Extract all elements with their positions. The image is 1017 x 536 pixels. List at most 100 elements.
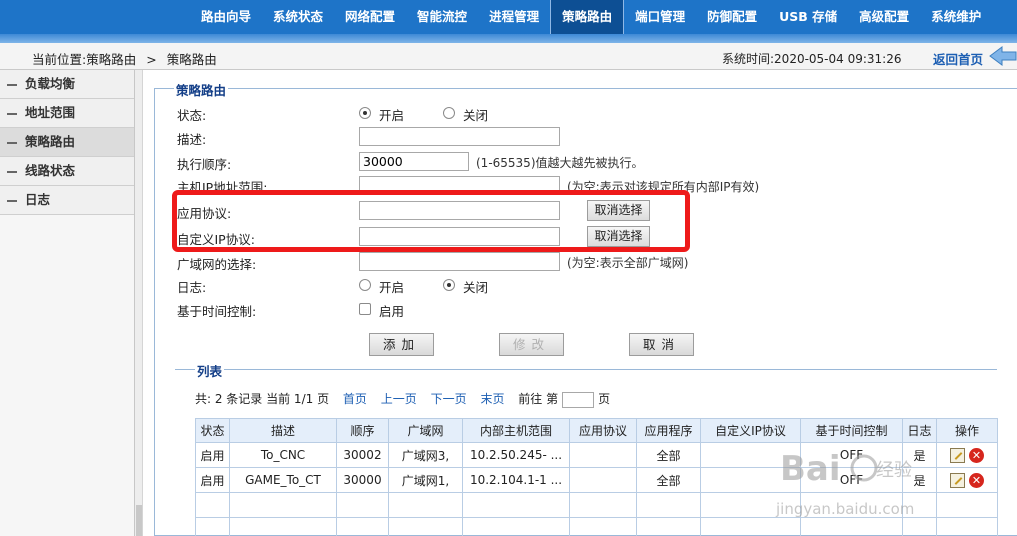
log-label: 日志: (177, 280, 207, 295)
rules-table: 状态 描述 顺序 广域网 内部主机范围 应用协议 应用程序 自定义IP协议 基于时间控制 日志 操作… (195, 418, 998, 536)
table-cell (936, 517, 998, 536)
table-cell: GAME_To_CT (229, 467, 337, 493)
goto-prefix: 前往 第 (518, 392, 559, 406)
sidebar-item-2[interactable]: 策略路由 (0, 128, 134, 157)
table-cell (569, 442, 637, 468)
time-control-enable-label: 启用 (379, 304, 405, 319)
order-hint: (1-65535)值越大越先被执行。 (476, 156, 644, 170)
table-cell (195, 517, 230, 536)
column-header: 应用程序 (636, 418, 701, 443)
modify-button[interactable]: 修改 (499, 333, 564, 356)
edit-icon[interactable] (950, 472, 965, 488)
table-cell (700, 492, 801, 518)
back-home-link[interactable]: 返回首页 (933, 49, 983, 68)
column-header: 操作 (936, 418, 998, 443)
first-page-link[interactable]: 首页 (343, 392, 367, 406)
nav-item-5[interactable]: 策略路由 (550, 0, 625, 34)
last-page-link[interactable]: 末页 (480, 392, 504, 406)
order-label: 执行顺序: (177, 157, 232, 172)
table-cell: To_CNC (229, 442, 337, 468)
table-cell (388, 517, 463, 536)
prev-page-link[interactable]: 上一页 (381, 392, 417, 406)
column-header: 顺序 (336, 418, 389, 443)
list-divider (175, 369, 997, 370)
system-time: 系统时间:2020-05-04 09:31:26 (722, 52, 902, 66)
sidebar-item-label: 日志 (25, 192, 51, 207)
sidebar: 负载均衡 地址范围 策略路由 线路状态日志 (0, 70, 135, 536)
nav-item-3[interactable]: 智能流控 (406, 0, 478, 34)
header-stripe (0, 34, 1017, 43)
status-on-radio[interactable] (359, 107, 371, 119)
status-label: 状态: (177, 108, 207, 123)
table-cell (936, 492, 998, 518)
goto-page-input[interactable] (562, 391, 595, 408)
wan-input[interactable] (359, 252, 560, 271)
order-input[interactable] (359, 152, 469, 171)
record-summary: 共: 2 条记录 当前 1/1 页 (195, 392, 330, 406)
add-button[interactable]: 添加 (369, 333, 434, 356)
back-arrow-icon[interactable] (988, 46, 1017, 66)
time-control-checkbox[interactable] (359, 303, 371, 315)
delete-icon[interactable]: ✕ (969, 447, 984, 463)
nav-item-0[interactable]: 路由向导 (190, 0, 262, 34)
column-header: 基于时间控制 (800, 418, 903, 443)
table-cell (700, 442, 801, 468)
log-off-radio[interactable] (443, 279, 455, 291)
nav-item-9[interactable]: 高级配置 (848, 0, 920, 34)
table-cell: 是 (902, 467, 937, 493)
nav-item-6[interactable]: 端口管理 (624, 0, 696, 34)
table-cell (800, 517, 903, 536)
table-cell (336, 517, 389, 536)
dash-icon (7, 141, 17, 144)
next-page-link[interactable]: 下一页 (431, 392, 467, 406)
table-cell (700, 517, 801, 536)
dash-icon (7, 199, 17, 202)
table-cell (229, 492, 337, 518)
status-off-label: 关闭 (463, 108, 489, 123)
sidebar-item-1[interactable]: 地址范围 (0, 99, 134, 128)
table-cell: 全部 (636, 467, 701, 493)
cancel-button[interactable]: 取消 (629, 333, 694, 356)
column-header: 日志 (902, 418, 937, 443)
table-cell: 广域网3, (388, 442, 463, 468)
sidebar-scrollbar[interactable] (135, 70, 143, 536)
nav-item-10[interactable]: 系统维护 (920, 0, 992, 34)
delete-icon[interactable]: ✕ (969, 472, 984, 488)
log-on-radio[interactable] (359, 279, 371, 291)
table-row: 启用 To_CNC 30002 广域网3, 10.2.50.245- ... 全部 OFF 是… (195, 442, 998, 468)
sidebar-item-4[interactable]: 日志 (0, 186, 134, 215)
table-cell (636, 517, 701, 536)
status-off-radio[interactable] (443, 107, 455, 119)
table-cell: 30002 (336, 442, 389, 468)
description-label: 描述: (177, 132, 207, 147)
nav-item-1[interactable]: 系统状态 (262, 0, 334, 34)
table-header-row: 状态 描述 顺序 广域网 内部主机范围 应用协议 应用程序 自定义IP协议 基于时间控制 日志 操作 (195, 418, 998, 443)
table-cell (195, 492, 230, 518)
sidebar-scroll-thumb[interactable] (136, 505, 142, 536)
column-header: 广域网 (388, 418, 463, 443)
table-cell: 10.2.50.245- ... (462, 442, 570, 468)
nav-item-2[interactable]: 网络配置 (334, 0, 406, 34)
nav-item-8[interactable]: USB 存储 (768, 0, 848, 34)
description-input[interactable] (359, 127, 560, 146)
column-header: 自定义IP协议 (700, 418, 801, 443)
nav-item-4[interactable]: 进程管理 (478, 0, 550, 34)
table-cell (902, 492, 937, 518)
column-header: 状态 (195, 418, 230, 443)
sidebar-item-3[interactable]: 线路状态 (0, 157, 134, 186)
table-cell (800, 492, 903, 518)
table-cell (336, 492, 389, 518)
nav-item-7[interactable]: 防御配置 (696, 0, 768, 34)
breadcrumb-bar: 当前位置:策略路由 > 策略路由 系统时间:2020-05-04 09:31:26 … (0, 43, 1017, 70)
table-cell: 是 (902, 442, 937, 468)
table-cell: 启用 (195, 442, 230, 468)
breadcrumb-location: 当前位置:策略路由 (32, 52, 137, 67)
edit-icon[interactable] (950, 447, 965, 463)
sidebar-item-0[interactable]: 负载均衡 (0, 70, 134, 99)
table-cell (636, 492, 701, 518)
empty-table-row (195, 517, 998, 536)
top-nav-bar: 路由向导 系统状态 网络配置 智能流控 进程管理 策略路由 端口管理 防御配置 USB 存储 高级… (0, 0, 1017, 34)
form-legend: 策略路由 (174, 80, 229, 99)
table-row: 启用 GAME_To_CT 30000 广域网1, 10.2.104.1-1 ... 全部… (195, 467, 998, 493)
column-header: 内部主机范围 (462, 418, 570, 443)
